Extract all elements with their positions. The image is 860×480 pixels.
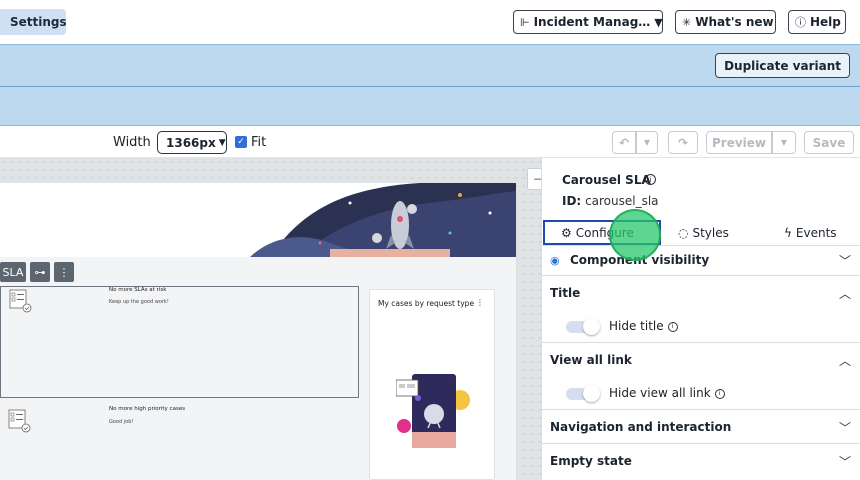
undo-menu-button[interactable]: ▼ <box>636 131 658 154</box>
properties-panel: Carousel SLA i ID: carousel_sla ⚙ Config… <box>541 158 860 480</box>
preview-menu-button[interactable]: ▼ <box>772 131 796 154</box>
lightning-icon: ϟ <box>784 225 792 240</box>
section-title: Navigation and interaction <box>550 420 732 434</box>
info-icon[interactable]: i <box>645 174 656 185</box>
canvas-toolbar: Width 1366px ▼ ✓ Fit ↶ ▼ ↷ Preview ▼ Sav… <box>0 127 860 158</box>
whats-new-label: What's new <box>695 15 774 29</box>
carousel-sla[interactable]: No more SLAs at risk Keep up the good wo… <box>0 286 359 398</box>
sla-item-title: No more SLAs at risk <box>109 287 167 293</box>
caret-down-icon: ▼ <box>654 15 663 29</box>
more-vertical-icon: ⋮ <box>58 265 70 279</box>
cases-by-type-card[interactable]: My cases by request type ⋮ <box>369 289 495 480</box>
chevron-up-icon[interactable]: ︿ <box>839 352 851 369</box>
info-icon[interactable]: i <box>667 321 678 332</box>
fit-checkbox[interactable]: ✓ <box>235 136 247 148</box>
help-label: Help <box>810 15 841 29</box>
chevron-down-icon: ﹀ <box>838 254 851 268</box>
width-value: 1366px <box>166 135 216 150</box>
preview-button[interactable]: Preview <box>706 131 772 154</box>
section-navigation[interactable]: Navigation and interaction ﹀ <box>542 410 860 444</box>
checklist-icon <box>8 409 31 433</box>
hide-title-toggle[interactable] <box>566 318 600 335</box>
info-icon[interactable]: i <box>714 388 725 399</box>
app-switcher-label: Incident Manag… <box>533 15 651 29</box>
fit-label: Fit <box>251 135 267 150</box>
hierarchy-icon: ⊶ <box>34 265 46 279</box>
component-label[interactable]: SLA <box>0 262 26 282</box>
redo-button[interactable]: ↷ <box>668 131 698 154</box>
section-title-settings: Title ︿ Hide title i <box>542 276 860 343</box>
sla-item-subtitle: Good job! <box>109 419 134 425</box>
tab-events[interactable]: ϟ Events <box>784 220 837 245</box>
sparkle-icon: ✳ <box>682 15 692 29</box>
chevron-down-icon: ﹀ <box>838 421 851 435</box>
eye-icon: ◉ <box>550 254 560 267</box>
help-icon: ⓘ <box>795 16 806 29</box>
hide-view-all-toggle[interactable] <box>566 385 600 402</box>
caret-down-icon: ▼ <box>780 138 788 147</box>
caret-down-icon: ▼ <box>643 138 651 147</box>
section-title: View all link <box>550 353 632 367</box>
selected-region-band[interactable] <box>0 86 860 126</box>
chevron-up-icon[interactable]: ︿ <box>839 285 851 302</box>
hide-title-label: Hide title i <box>609 319 678 333</box>
tab-styles[interactable]: ◌ Styles <box>678 220 729 245</box>
hero-banner <box>0 183 516 257</box>
tab-styles-label: Styles <box>692 225 729 240</box>
undo-icon: ↶ <box>618 135 630 150</box>
more-button[interactable]: ⋮ <box>54 262 74 282</box>
settings-tab[interactable]: Settings <box>0 9 67 35</box>
redo-icon: ↷ <box>677 135 689 150</box>
panel-title: Carousel SLA <box>562 173 651 187</box>
whats-new-button[interactable]: ✳ What's new <box>675 10 776 34</box>
empty-state-illustration <box>396 374 470 448</box>
id-value: carousel_sla <box>585 194 659 208</box>
section-view-all-link: View all link ︿ Hide view all link i <box>542 343 860 410</box>
sla-item-subtitle: Keep up the good work! <box>109 299 169 305</box>
sla-item-title: No more high priority cases <box>109 406 186 412</box>
click-indicator <box>609 209 661 261</box>
tab-events-label: Events <box>795 225 837 240</box>
hierarchy-button[interactable]: ⊶ <box>30 262 50 282</box>
section-title: Title <box>550 286 581 300</box>
more-vertical-icon[interactable]: ⋮ <box>476 298 484 307</box>
section-empty-state[interactable]: Empty state ﹀ <box>542 444 860 480</box>
id-label: ID: <box>562 194 582 208</box>
checklist-icon <box>9 289 32 313</box>
top-bar: Settings ⊩ Incident Manag… ▼ ✳ What's ne… <box>0 0 860 44</box>
help-button[interactable]: ⓘ Help <box>788 10 846 34</box>
variant-band: Duplicate variant <box>0 44 860 86</box>
section-component-visibility[interactable]: ◉ Component visibility ﹀ <box>542 246 860 276</box>
hierarchy-icon: ⊩ <box>520 15 530 29</box>
width-label: Width <box>113 135 151 150</box>
palette-icon: ◌ <box>678 225 689 240</box>
space-illustration <box>250 183 516 257</box>
section-title: Empty state <box>550 454 632 468</box>
hide-view-all-label: Hide view all link i <box>609 386 725 400</box>
app-switcher-button[interactable]: ⊩ Incident Manag… ▼ <box>513 10 663 34</box>
gear-icon: ⚙ <box>561 225 572 240</box>
component-id: ID: carousel_sla <box>562 194 659 208</box>
undo-button[interactable]: ↶ <box>612 131 636 154</box>
page-canvas: SLA ⊶ ⋮ No more SLAs at risk Keep up the… <box>0 158 541 480</box>
duplicate-variant-button[interactable]: Duplicate variant <box>715 53 850 78</box>
chevron-down-icon: ﹀ <box>838 455 851 469</box>
component-toolbar: SLA ⊶ ⋮ <box>0 262 74 282</box>
width-select[interactable]: 1366px ▼ <box>157 131 227 154</box>
panel-tabs: ⚙ Configure ◌ Styles ϟ Events <box>542 220 860 246</box>
card-title: My cases by request type <box>378 299 475 308</box>
caret-down-icon: ▼ <box>218 137 226 148</box>
save-button[interactable]: Save <box>804 131 854 154</box>
